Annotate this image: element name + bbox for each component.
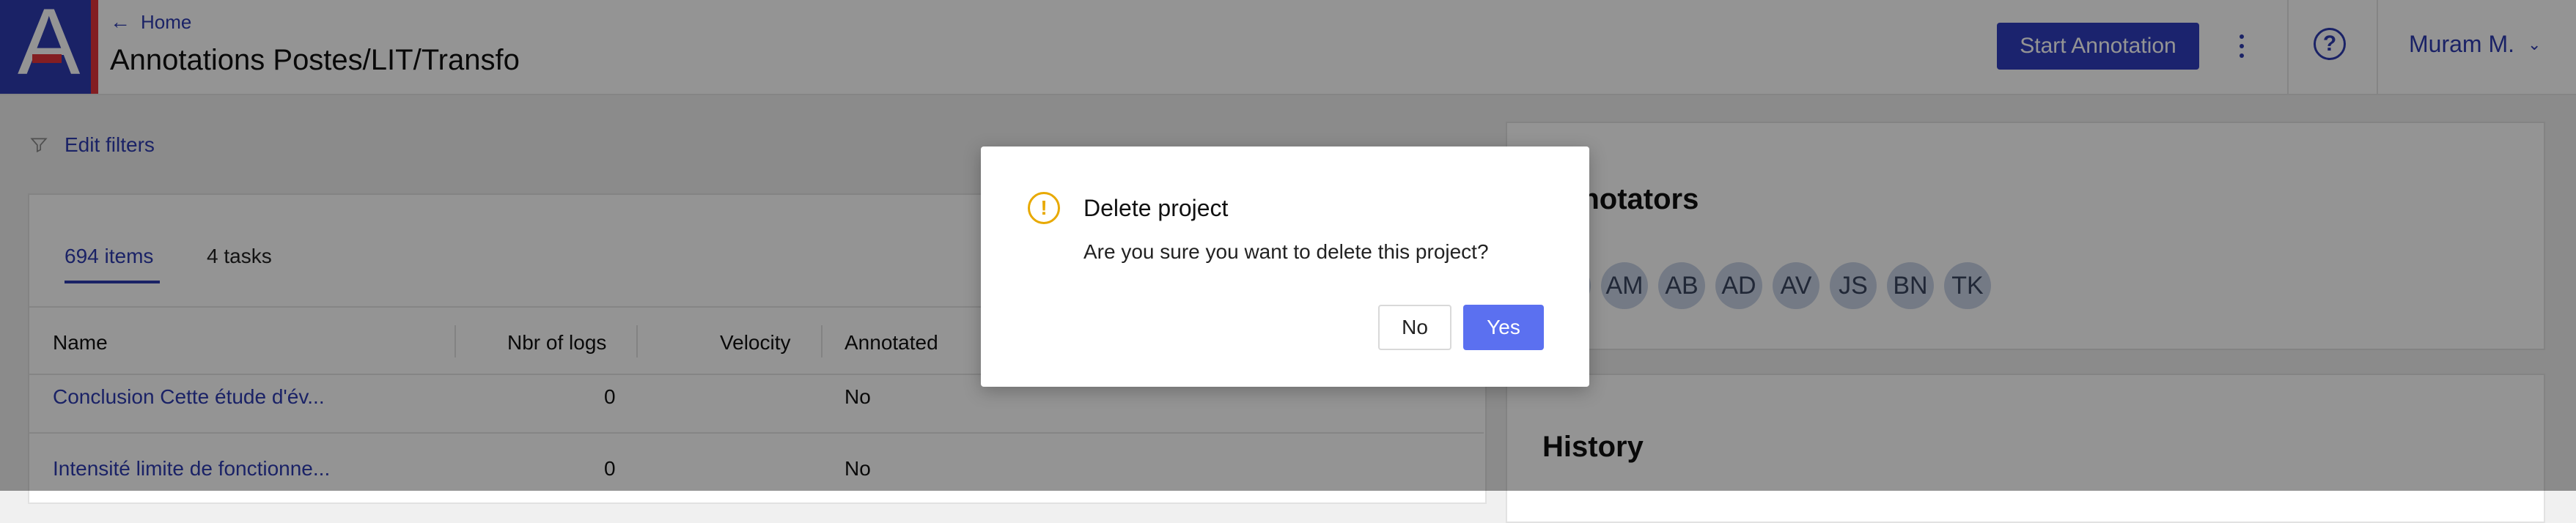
delete-project-dialog: ! Delete project Are you sure you want t… <box>981 146 1589 387</box>
no-button[interactable]: No <box>1378 305 1451 350</box>
dialog-title: Delete project <box>1083 195 1229 221</box>
dialog-message: Are you sure you want to delete this pro… <box>1083 240 1489 263</box>
yes-button[interactable]: Yes <box>1463 305 1544 350</box>
warning-icon: ! <box>1028 192 1060 224</box>
